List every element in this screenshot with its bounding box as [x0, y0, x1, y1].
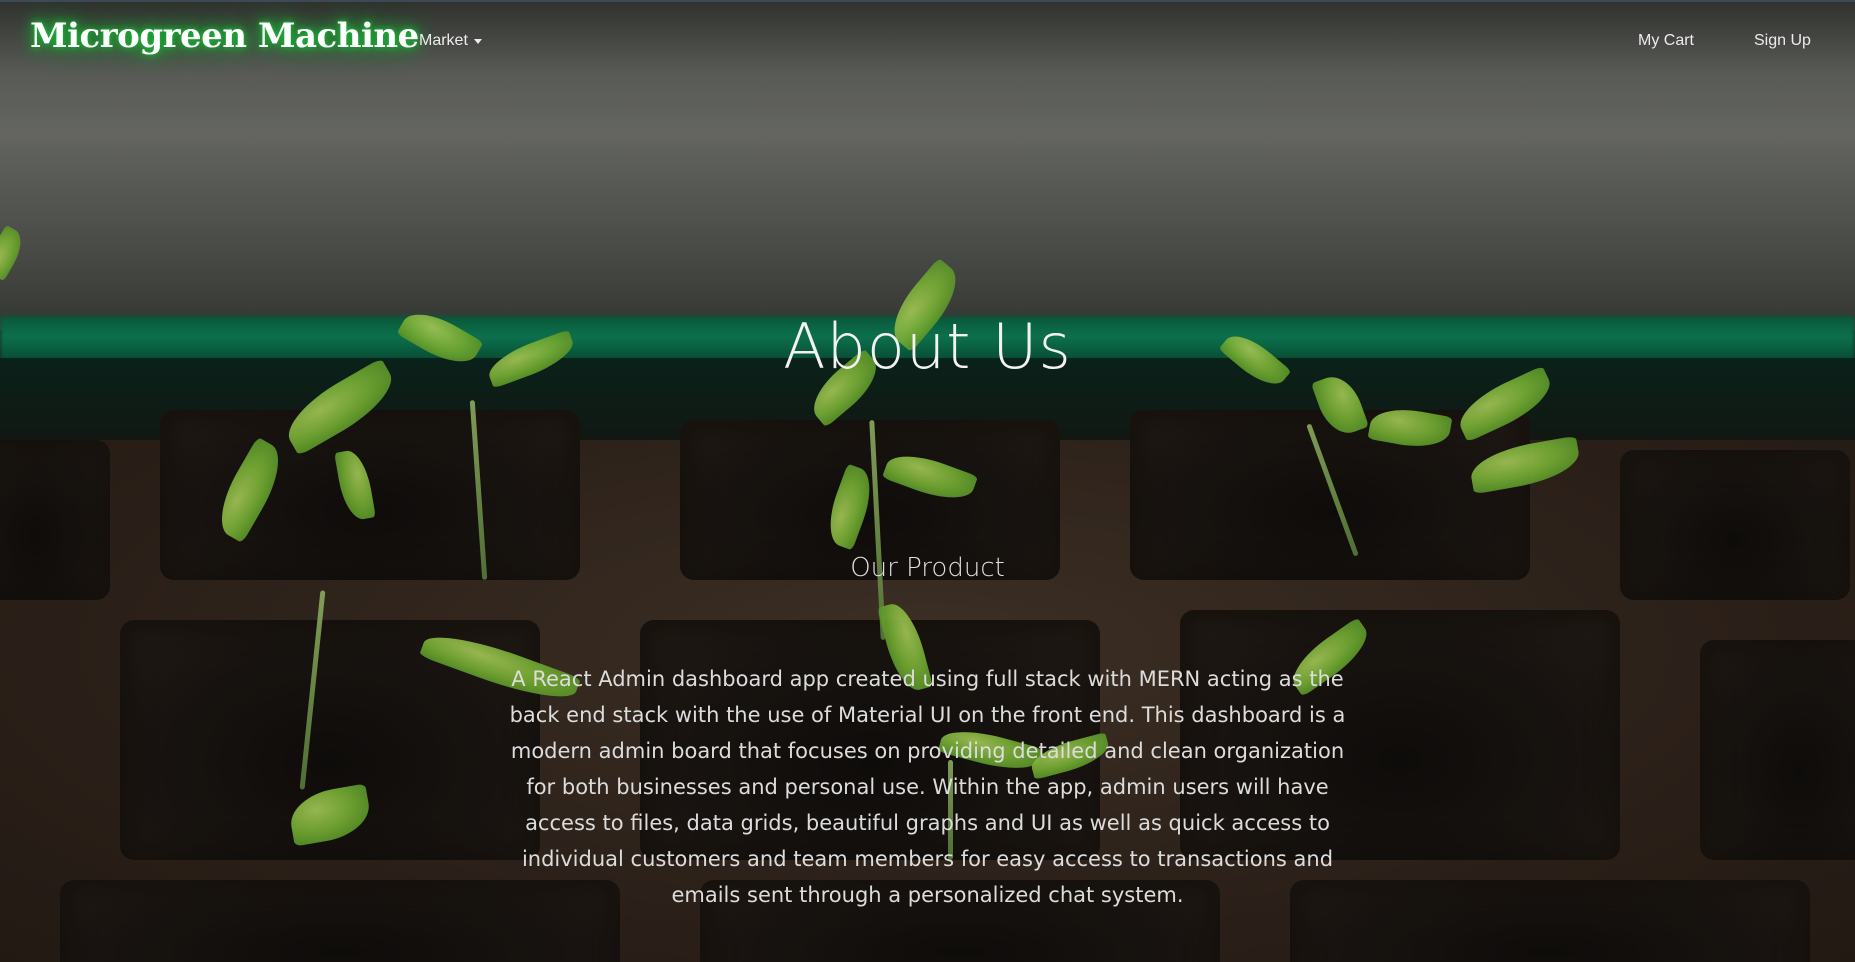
section-subtitle: Our Product — [850, 553, 1005, 583]
top-navbar: Microgreen Machine Market My Cart Sign U… — [0, 0, 1855, 78]
my-cart-link[interactable]: My Cart — [1638, 32, 1694, 50]
product-description: A React Admin dashboard app created usin… — [509, 667, 1346, 907]
market-dropdown-label: Market — [419, 32, 468, 49]
brand-logo[interactable]: Microgreen Machine — [30, 16, 419, 56]
page-title: About Us — [783, 310, 1072, 383]
page: Microgreen Machine Market My Cart Sign U… — [0, 0, 1855, 962]
sign-up-link[interactable]: Sign Up — [1754, 32, 1811, 50]
caret-down-icon — [473, 39, 482, 44]
market-dropdown[interactable]: Market — [419, 32, 482, 50]
